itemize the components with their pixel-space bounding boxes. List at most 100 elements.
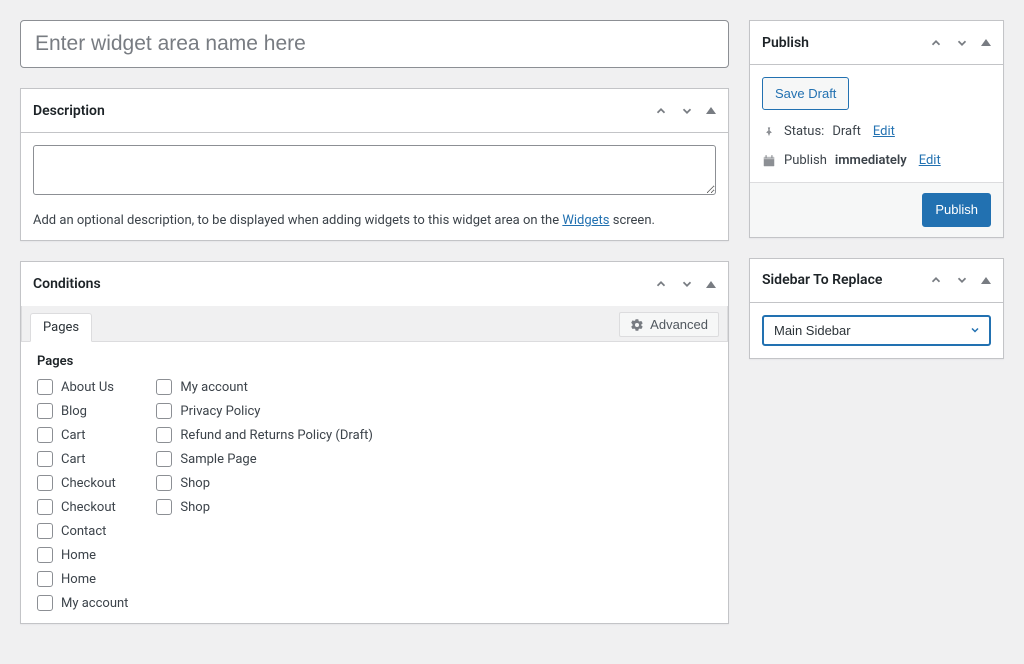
sidebar-replace-header: Sidebar To Replace bbox=[750, 259, 1003, 303]
conditions-panel-header: Conditions bbox=[21, 262, 728, 306]
move-down-button[interactable] bbox=[955, 36, 969, 50]
toggle-panel-button[interactable] bbox=[706, 281, 716, 288]
page-label: Checkout bbox=[61, 500, 116, 515]
advanced-button[interactable]: Advanced bbox=[619, 312, 719, 337]
page-label: Contact bbox=[61, 524, 106, 539]
pages-column-2: My account Privacy Policy Refund and Retur… bbox=[156, 379, 373, 611]
page-label: Cart bbox=[61, 428, 86, 443]
page-checkbox-row[interactable]: About Us bbox=[37, 379, 128, 395]
status-value: Draft bbox=[832, 124, 861, 139]
page-checkbox[interactable] bbox=[37, 427, 53, 443]
page-checkbox-row[interactable]: Cart bbox=[37, 451, 128, 467]
save-draft-button[interactable]: Save Draft bbox=[762, 77, 849, 110]
advanced-label: Advanced bbox=[650, 317, 708, 332]
move-down-button[interactable] bbox=[680, 277, 694, 291]
page-checkbox[interactable] bbox=[156, 475, 172, 491]
page-label: Refund and Returns Policy (Draft) bbox=[180, 428, 373, 443]
conditions-panel: Conditions Pages bbox=[20, 261, 729, 624]
page-label: Privacy Policy bbox=[180, 404, 260, 419]
move-down-button[interactable] bbox=[955, 273, 969, 287]
page-checkbox[interactable] bbox=[156, 379, 172, 395]
page-label: About Us bbox=[61, 380, 114, 395]
page-checkbox[interactable] bbox=[37, 451, 53, 467]
sidebar-replace-select[interactable]: Main Sidebar bbox=[762, 315, 991, 346]
description-heading: Description bbox=[33, 103, 105, 119]
page-checkbox-row[interactable]: My account bbox=[37, 595, 128, 611]
page-checkbox-row[interactable]: Sample Page bbox=[156, 451, 373, 467]
page-checkbox[interactable] bbox=[37, 595, 53, 611]
move-up-button[interactable] bbox=[654, 104, 668, 118]
page-label: Checkout bbox=[61, 476, 116, 491]
page-label: Shop bbox=[180, 476, 210, 491]
publish-heading: Publish bbox=[762, 35, 809, 51]
edit-status-link[interactable]: Edit bbox=[873, 124, 895, 139]
chevron-up-icon bbox=[981, 277, 991, 284]
page-label: My account bbox=[180, 380, 247, 395]
description-hint: Add an optional description, to be displ… bbox=[33, 213, 716, 228]
publish-button[interactable]: Publish bbox=[922, 193, 991, 226]
toggle-panel-button[interactable] bbox=[706, 107, 716, 114]
tab-pages[interactable]: Pages bbox=[30, 313, 92, 342]
edit-schedule-link[interactable]: Edit bbox=[919, 153, 941, 168]
page-checkbox[interactable] bbox=[37, 571, 53, 587]
move-up-button[interactable] bbox=[929, 273, 943, 287]
pages-column-1: About Us Blog Cart Cart Checkout Checkout Cont… bbox=[37, 379, 128, 611]
status-label: Status: bbox=[784, 124, 824, 139]
chevron-up-icon bbox=[706, 281, 716, 288]
page-checkbox[interactable] bbox=[37, 379, 53, 395]
toggle-panel-button[interactable] bbox=[981, 277, 991, 284]
page-checkbox[interactable] bbox=[156, 427, 172, 443]
publish-panel: Publish Save Draft Status: Draft bbox=[749, 20, 1004, 238]
page-label: Home bbox=[61, 572, 96, 587]
widget-area-title-input[interactable] bbox=[20, 20, 729, 68]
page-checkbox[interactable] bbox=[156, 403, 172, 419]
status-row: Status: Draft Edit bbox=[762, 124, 991, 139]
page-checkbox-row[interactable]: Home bbox=[37, 571, 128, 587]
page-checkbox-row[interactable]: Shop bbox=[156, 475, 373, 491]
page-label: My account bbox=[61, 596, 128, 611]
page-label: Shop bbox=[180, 500, 210, 515]
calendar-icon bbox=[762, 154, 776, 168]
page-label: Home bbox=[61, 548, 96, 563]
description-panel: Description Add an optional description,… bbox=[20, 88, 729, 241]
hint-prefix: Add an optional description, to be displ… bbox=[33, 213, 562, 228]
page-label: Sample Page bbox=[180, 452, 256, 467]
description-panel-header: Description bbox=[21, 89, 728, 133]
schedule-row: Publish immediately Edit bbox=[762, 153, 991, 168]
page-checkbox[interactable] bbox=[37, 523, 53, 539]
page-checkbox-row[interactable]: My account bbox=[156, 379, 373, 395]
sidebar-replace-panel: Sidebar To Replace Main Sidebar bbox=[749, 258, 1004, 359]
publish-panel-header: Publish bbox=[750, 21, 1003, 65]
move-up-button[interactable] bbox=[654, 277, 668, 291]
page-checkbox-row[interactable]: Shop bbox=[156, 499, 373, 515]
page-checkbox-row[interactable]: Checkout bbox=[37, 475, 128, 491]
toggle-panel-button[interactable] bbox=[981, 39, 991, 46]
page-checkbox[interactable] bbox=[37, 403, 53, 419]
pages-section-title: Pages bbox=[37, 354, 716, 369]
chevron-up-icon bbox=[981, 39, 991, 46]
schedule-label: Publish bbox=[784, 153, 827, 168]
page-checkbox-row[interactable]: Contact bbox=[37, 523, 128, 539]
page-checkbox-row[interactable]: Checkout bbox=[37, 499, 128, 515]
page-checkbox[interactable] bbox=[156, 499, 172, 515]
gear-icon bbox=[630, 318, 644, 332]
page-checkbox-row[interactable]: Privacy Policy bbox=[156, 403, 373, 419]
widgets-screen-link[interactable]: Widgets bbox=[562, 213, 609, 228]
page-checkbox-row[interactable]: Cart bbox=[37, 427, 128, 443]
page-checkbox[interactable] bbox=[37, 547, 53, 563]
page-checkbox[interactable] bbox=[37, 475, 53, 491]
sidebar-replace-heading: Sidebar To Replace bbox=[762, 272, 882, 288]
move-down-button[interactable] bbox=[680, 104, 694, 118]
move-up-button[interactable] bbox=[929, 36, 943, 50]
conditions-heading: Conditions bbox=[33, 276, 101, 292]
page-checkbox-row[interactable]: Blog bbox=[37, 403, 128, 419]
page-checkbox-row[interactable]: Home bbox=[37, 547, 128, 563]
description-textarea[interactable] bbox=[33, 145, 716, 195]
schedule-value: immediately bbox=[835, 153, 907, 168]
hint-suffix: screen. bbox=[610, 213, 655, 228]
page-label: Blog bbox=[61, 404, 87, 419]
page-checkbox[interactable] bbox=[156, 451, 172, 467]
page-checkbox[interactable] bbox=[37, 499, 53, 515]
page-label: Cart bbox=[61, 452, 86, 467]
page-checkbox-row[interactable]: Refund and Returns Policy (Draft) bbox=[156, 427, 373, 443]
